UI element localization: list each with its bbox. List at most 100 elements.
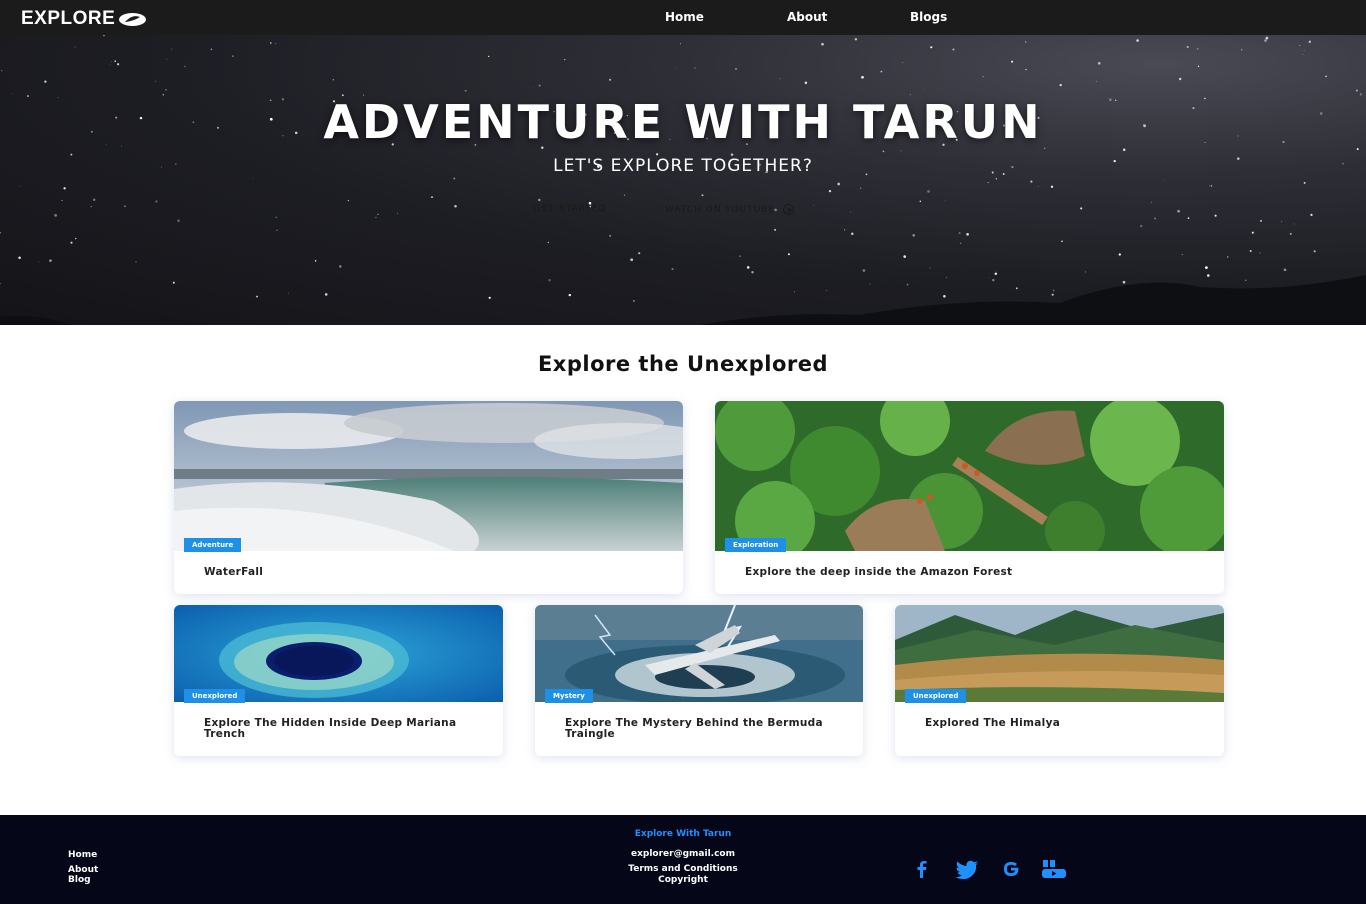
card-amazon[interactable]: Exploration Explore the deep inside the …: [715, 401, 1224, 594]
star: [966, 232, 969, 236]
star: [1096, 80, 1097, 82]
card-title[interactable]: WaterFall: [204, 567, 644, 578]
star: [1, 69, 3, 72]
star: [332, 79, 334, 81]
star: [994, 272, 998, 276]
star: [609, 234, 612, 237]
star: [375, 216, 377, 219]
star: [1251, 231, 1254, 234]
star: [1178, 77, 1182, 81]
waterfall-image: [174, 401, 683, 551]
footer-link-blog[interactable]: Blog: [68, 875, 91, 885]
card-title[interactable]: Explored The Himalya: [925, 718, 1195, 729]
star: [314, 260, 317, 262]
star: [171, 48, 172, 50]
card-waterfall[interactable]: Adventure WaterFall: [174, 401, 683, 594]
star: [821, 42, 824, 46]
star: [288, 292, 290, 294]
star: [431, 196, 433, 199]
card-tag[interactable]: Unexplored: [184, 689, 246, 703]
star: [548, 279, 551, 282]
star: [850, 211, 852, 213]
bermuda-plane-image: [535, 605, 863, 702]
star: [1122, 280, 1126, 284]
star: [339, 265, 342, 268]
star: [1118, 253, 1121, 256]
star: [1264, 39, 1267, 42]
twitter-icon[interactable]: [954, 859, 980, 879]
footer: Explore With Tarun Home About Blog explo…: [0, 815, 1366, 904]
star: [844, 229, 846, 231]
nav-home[interactable]: Home: [665, 10, 704, 24]
get-started-button[interactable]: GET STARTED: [534, 204, 606, 214]
star: [813, 204, 815, 206]
star: [1150, 201, 1152, 203]
section-title: Explore the Unexplored: [537, 352, 829, 376]
star: [0, 232, 2, 234]
card-title[interactable]: Explore the deep inside the Amazon Fores…: [745, 567, 1185, 578]
card-bermuda-triangle[interactable]: Mystery Explore The Mystery Behind the B…: [535, 605, 863, 756]
star: [166, 58, 168, 60]
nav-blogs[interactable]: Blogs: [910, 10, 947, 24]
footer-link-about[interactable]: About: [68, 865, 98, 875]
star: [177, 219, 180, 222]
star: [1050, 185, 1054, 188]
star: [18, 256, 21, 260]
star: [906, 283, 909, 286]
star: [11, 92, 13, 94]
star: [1227, 256, 1229, 258]
footer-terms[interactable]: Terms and Conditions: [583, 864, 783, 874]
card-mariana-trench[interactable]: Unexplored Explore The Hidden Inside Dee…: [174, 605, 503, 756]
card-tag[interactable]: Exploration: [725, 538, 787, 552]
star: [958, 232, 961, 235]
star: [1061, 240, 1063, 243]
star: [987, 182, 989, 184]
star: [1302, 54, 1304, 56]
star: [172, 281, 175, 284]
star: [49, 259, 52, 262]
star: [1097, 61, 1101, 65]
star: [1051, 293, 1054, 296]
star: [862, 269, 866, 272]
star: [564, 59, 566, 61]
card-title[interactable]: Explore The Hidden Inside Deep Mariana T…: [204, 718, 474, 740]
star: [1325, 75, 1327, 78]
nav-about[interactable]: About: [787, 10, 827, 24]
star: [488, 55, 490, 58]
star: [1214, 214, 1217, 217]
star: [851, 232, 854, 236]
card-tag[interactable]: Mystery: [545, 689, 593, 703]
star: [488, 296, 491, 299]
star: [919, 200, 922, 202]
star: [454, 204, 457, 208]
star: [1011, 60, 1014, 63]
blue-hole-image: [174, 605, 503, 702]
star: [1289, 232, 1292, 235]
star: [1059, 83, 1062, 87]
youtube-icon[interactable]: [1041, 859, 1067, 879]
star: [276, 229, 278, 231]
star: [397, 213, 398, 215]
star: [1197, 65, 1200, 67]
star: [1186, 45, 1189, 49]
star: [269, 42, 272, 44]
card-title[interactable]: Explore The Mystery Behind the Bermuda T…: [565, 718, 835, 740]
star: [324, 293, 328, 296]
star: [912, 234, 915, 237]
star: [210, 48, 213, 51]
star: [547, 241, 549, 244]
star: [75, 237, 77, 240]
card-himalaya[interactable]: Unexplored Explored The Himalya: [895, 605, 1224, 756]
watch-youtube-button[interactable]: WATCH ON YOUTUBE: [665, 204, 795, 215]
star: [1310, 213, 1313, 217]
star: [735, 68, 737, 70]
star: [825, 289, 828, 291]
star: [995, 178, 997, 180]
star: [124, 205, 126, 207]
card-tag[interactable]: Adventure: [184, 538, 242, 552]
footer-email[interactable]: explorer@gmail.com: [583, 849, 783, 859]
footer-link-home[interactable]: Home: [68, 850, 97, 860]
facebook-icon[interactable]: [909, 859, 935, 879]
card-tag[interactable]: Unexplored: [905, 689, 967, 703]
google-icon[interactable]: [998, 859, 1024, 879]
